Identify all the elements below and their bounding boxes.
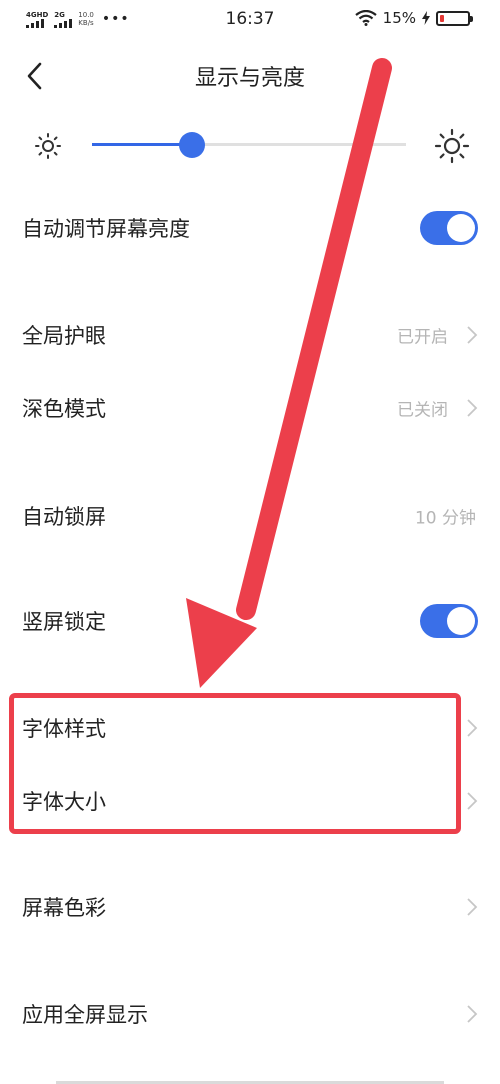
brightness-slider-track[interactable] — [92, 143, 406, 146]
charging-icon — [422, 11, 430, 25]
chevron-right-icon — [467, 326, 478, 344]
setting-label: 全局护眼 — [22, 324, 106, 348]
chevron-right-icon — [467, 399, 478, 417]
page-title: 显示与亮度 — [194, 66, 305, 91]
brightness-high-icon — [434, 128, 470, 164]
setting-label: 屏幕色彩 — [22, 896, 106, 920]
battery-percent: 15% — [382, 9, 416, 27]
setting-label: 深色模式 — [22, 397, 106, 421]
chevron-right-icon — [467, 792, 478, 810]
setting-value: 10 分钟 — [414, 508, 476, 529]
setting-dark-mode[interactable]: 深色模式 已关闭 — [0, 378, 500, 438]
setting-label: 竖屏锁定 — [22, 610, 106, 634]
setting-screen-color[interactable]: 屏幕色彩 — [0, 877, 500, 937]
wifi-icon — [354, 10, 377, 26]
setting-fullscreen-apps[interactable]: 应用全屏显示 — [0, 984, 500, 1044]
setting-auto-brightness[interactable]: 自动调节屏幕亮度 — [0, 198, 500, 258]
brightness-slider-fill — [92, 143, 193, 146]
status-right: 15% — [354, 9, 473, 27]
setting-eye-care[interactable]: 全局护眼 已开启 — [0, 305, 500, 365]
setting-portrait-lock[interactable]: 竖屏锁定 — [0, 591, 500, 651]
setting-label: 应用全屏显示 — [22, 1003, 148, 1027]
setting-label: 自动锁屏 — [22, 505, 106, 529]
setting-label: 自动调节屏幕亮度 — [22, 217, 190, 241]
auto-brightness-toggle[interactable] — [420, 211, 478, 245]
status-bar: 4GHD 2G 10.0 KB/s ••• 16:37 15% — [0, 0, 500, 40]
portrait-lock-toggle[interactable] — [420, 604, 478, 638]
setting-value: 已关闭 — [397, 400, 448, 421]
chevron-right-icon — [467, 1005, 478, 1023]
annotation-highlight-box — [9, 693, 461, 834]
toggle-knob — [447, 607, 475, 635]
setting-auto-lock[interactable]: 自动锁屏 10 分钟 — [0, 486, 500, 546]
brightness-low-icon — [35, 133, 61, 159]
brightness-slider-thumb[interactable] — [179, 132, 206, 158]
chevron-right-icon — [467, 898, 478, 916]
setting-value: 已开启 — [397, 327, 448, 348]
battery-icon — [436, 10, 473, 26]
chevron-right-icon — [467, 719, 478, 737]
toggle-knob — [447, 214, 475, 242]
